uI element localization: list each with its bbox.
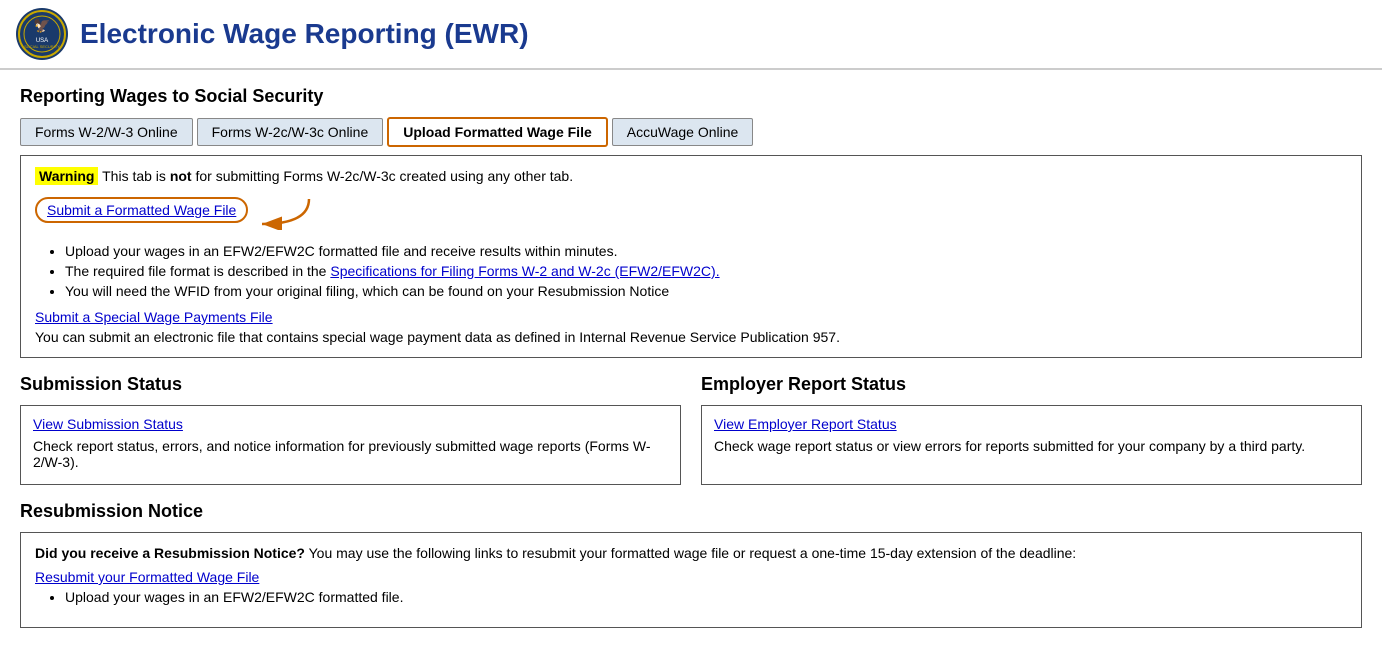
view-employer-report-link[interactable]: View Employer Report Status — [714, 416, 897, 432]
bullet-2-prefix: The required file format is described in… — [65, 263, 330, 279]
warning-line: Warning This tab is not for submitting F… — [35, 168, 1347, 184]
special-wage-desc: You can submit an electronic file that c… — [35, 329, 1347, 345]
arrow-annotation — [254, 194, 314, 233]
upload-content-box: Warning This tab is not for submitting F… — [20, 155, 1362, 358]
submit-wage-link-wrapper: Submit a Formatted Wage File — [35, 197, 248, 223]
svg-text:SOCIAL SECURITY: SOCIAL SECURITY — [24, 44, 60, 49]
resubmission-bullet-1: Upload your wages in an EFW2/EFW2C forma… — [65, 589, 1347, 605]
resubmission-bullets: Upload your wages in an EFW2/EFW2C forma… — [65, 589, 1347, 605]
resubmission-question: Did you receive a Resubmission Notice? Y… — [35, 545, 1347, 561]
warning-badge: Warning — [35, 167, 98, 185]
warning-text: This tab is not for submitting Forms W-2… — [98, 168, 573, 184]
resubmission-heading: Resubmission Notice — [20, 501, 1362, 522]
reporting-section: Reporting Wages to Social Security Forms… — [20, 86, 1362, 358]
upload-bullets: Upload your wages in an EFW2/EFW2C forma… — [65, 243, 1347, 299]
submission-status-box: View Submission Status Check report stat… — [20, 405, 681, 485]
tabs-row: Forms W-2/W-3 Online Forms W-2c/W-3c Onl… — [20, 117, 1362, 147]
resubmission-question-bold: Did you receive a Resubmission Notice? — [35, 545, 305, 561]
resubmit-wage-link[interactable]: Resubmit your Formatted Wage File — [35, 569, 259, 585]
submit-wage-section: Submit a Formatted Wage File — [35, 194, 1347, 233]
bullet-3: You will need the WFID from your origina… — [65, 283, 1347, 299]
tab-accuwage[interactable]: AccuWage Online — [612, 118, 754, 146]
tab-w2-w3[interactable]: Forms W-2/W-3 Online — [20, 118, 193, 146]
svg-text:🦅: 🦅 — [33, 16, 50, 34]
special-wage-section: Submit a Special Wage Payments File You … — [35, 309, 1347, 345]
resubmission-section: Resubmission Notice Did you receive a Re… — [20, 501, 1362, 628]
bullet-3-text: You will need the WFID from your origina… — [65, 283, 669, 299]
employer-report-col: Employer Report Status View Employer Rep… — [701, 374, 1362, 485]
resubmission-box: Did you receive a Resubmission Notice? Y… — [20, 532, 1362, 628]
resubmission-question-rest: You may use the following links to resub… — [305, 545, 1076, 561]
reporting-heading: Reporting Wages to Social Security — [20, 86, 1362, 107]
page-title: Electronic Wage Reporting (EWR) — [80, 18, 529, 50]
employer-report-box: View Employer Report Status Check wage r… — [701, 405, 1362, 485]
tab-w2c-w3c[interactable]: Forms W-2c/W-3c Online — [197, 118, 384, 146]
status-columns: Submission Status View Submission Status… — [20, 374, 1362, 485]
bullet-1: Upload your wages in an EFW2/EFW2C forma… — [65, 243, 1347, 259]
submit-formatted-wage-link[interactable]: Submit a Formatted Wage File — [47, 202, 236, 218]
employer-report-heading: Employer Report Status — [701, 374, 1362, 395]
spec-link[interactable]: Specifications for Filing Forms W-2 and … — [330, 263, 719, 279]
bullet-1-text: Upload your wages in an EFW2/EFW2C forma… — [65, 243, 617, 259]
employer-report-desc: Check wage report status or view errors … — [714, 438, 1349, 454]
submission-status-desc: Check report status, errors, and notice … — [33, 438, 668, 470]
submission-status-heading: Submission Status — [20, 374, 681, 395]
tab-upload[interactable]: Upload Formatted Wage File — [387, 117, 608, 147]
main-content: Reporting Wages to Social Security Forms… — [0, 70, 1382, 644]
submission-status-col: Submission Status View Submission Status… — [20, 374, 681, 485]
special-wage-link[interactable]: Submit a Special Wage Payments File — [35, 309, 273, 325]
view-submission-status-link[interactable]: View Submission Status — [33, 416, 183, 432]
page-header: 🦅 USA SOCIAL SECURITY Electronic Wage Re… — [0, 0, 1382, 70]
bullet-2: The required file format is described in… — [65, 263, 1347, 279]
ssa-logo: 🦅 USA SOCIAL SECURITY — [16, 8, 68, 60]
